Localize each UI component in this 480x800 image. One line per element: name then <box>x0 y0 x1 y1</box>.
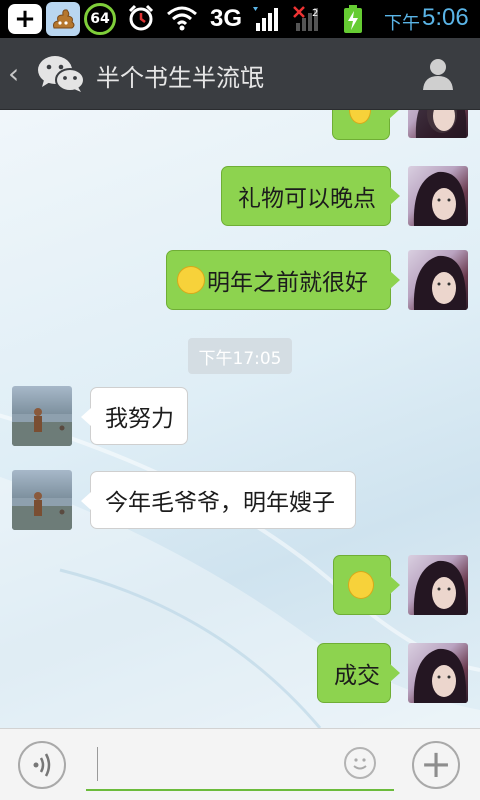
message-text: 我努力 <box>105 406 174 432</box>
time-prefix: 下午 <box>384 13 420 34</box>
chat-message-list[interactable]: 礼物可以晚点 明年之前就很好 下午17:05 我努力 今年毛爷爷，明年嫂子 成交 <box>0 110 480 728</box>
avatar-other[interactable] <box>12 470 72 530</box>
plus-icon: + <box>8 4 42 34</box>
notification-count-icon: 64 <box>84 3 116 35</box>
chat-title: 半个书生半流氓 <box>96 64 264 92</box>
app-notification-icon <box>46 2 80 36</box>
message-text: 明年之前就很好 <box>207 270 368 296</box>
chat-header: ‹ 半个书生半流氓 <box>0 38 480 110</box>
network-type: 3G <box>210 5 243 32</box>
battery-charging-icon <box>342 4 364 34</box>
message-bubble-mine[interactable] <box>333 555 400 615</box>
grin-emoji-icon <box>177 266 205 294</box>
message-bubble-other[interactable]: 今年毛爷爷，明年嫂子 <box>81 471 356 529</box>
plus-circle-icon[interactable]: + <box>412 741 460 789</box>
message-timestamp: 下午17:05 <box>188 338 292 374</box>
message-input-bar: + <box>0 728 480 800</box>
voice-icon[interactable] <box>18 741 66 789</box>
notification-count: 64 <box>90 11 110 27</box>
wink-emoji-icon <box>349 110 371 124</box>
wechat-icon <box>36 54 86 94</box>
avatar-mine[interactable] <box>408 555 468 615</box>
wifi-icon <box>166 3 198 33</box>
message-bubble-mine[interactable]: 明年之前就很好 <box>166 250 400 310</box>
message-bubble-mine[interactable]: 礼物可以晚点 <box>221 166 400 226</box>
tongue-grin-emoji-icon <box>348 571 374 599</box>
avatar-mine[interactable] <box>408 166 468 226</box>
message-text: 礼物可以晚点 <box>238 186 376 212</box>
status-bar: + 64 3G 2 下午 5:06 <box>0 0 480 38</box>
no-signal-icon: 2 <box>292 3 322 35</box>
clock-time: 5:06 <box>422 4 469 31</box>
signal-strength-icon <box>252 3 282 35</box>
message-text: 成交 <box>334 663 380 689</box>
back-chevron-icon[interactable]: ‹ <box>8 56 30 92</box>
contact-profile-icon[interactable] <box>420 56 456 92</box>
avatar-mine[interactable] <box>408 250 468 310</box>
smiley-icon[interactable] <box>344 747 376 779</box>
alarm-clock-icon <box>126 3 156 33</box>
avatar-mine[interactable] <box>408 643 468 703</box>
message-bubble-other[interactable]: 我努力 <box>81 387 188 445</box>
message-text: 今年毛爷爷，明年嫂子 <box>105 490 335 516</box>
sim-slot-label: 2 <box>312 8 318 19</box>
avatar-other[interactable] <box>12 386 72 446</box>
avatar-mine[interactable] <box>408 110 468 138</box>
message-bubble-mine[interactable]: 成交 <box>317 643 400 703</box>
message-bubble-mine[interactable] <box>332 110 399 140</box>
text-cursor <box>97 747 98 781</box>
